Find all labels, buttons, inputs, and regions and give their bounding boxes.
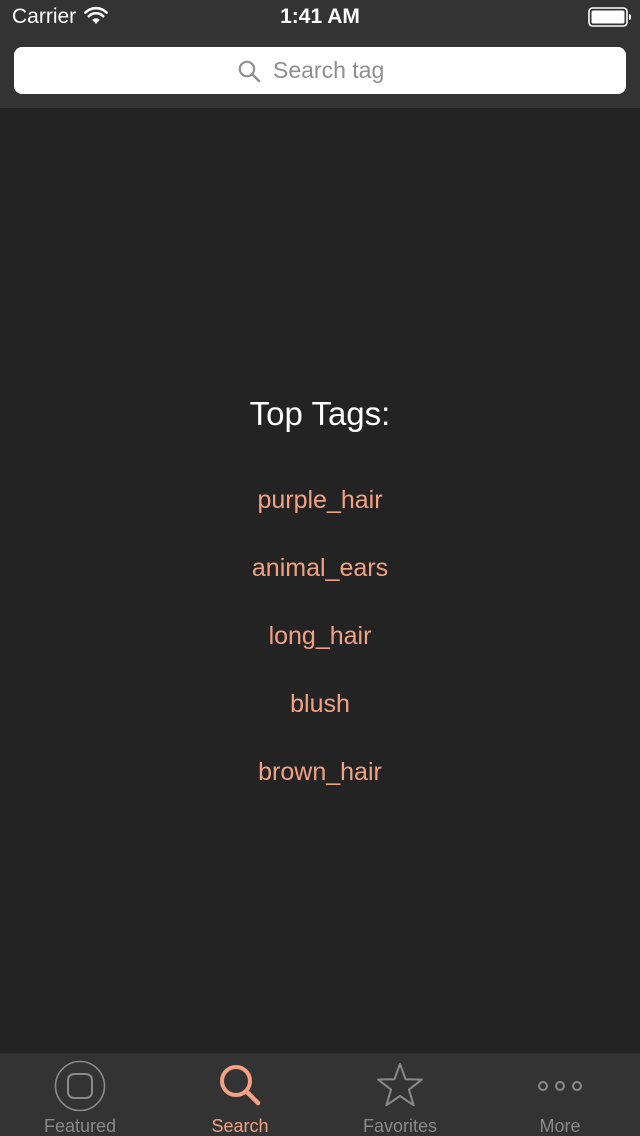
header: Carrier 1:41 AM bbox=[0, 0, 640, 108]
tab-featured[interactable]: Featured bbox=[0, 1054, 160, 1136]
tab-more[interactable]: More bbox=[480, 1054, 640, 1136]
search-input[interactable] bbox=[273, 57, 403, 84]
search-bar[interactable] bbox=[14, 47, 626, 94]
battery-icon bbox=[588, 7, 631, 27]
tab-bar: Featured Search Favorites More bbox=[0, 1053, 640, 1136]
status-time: 1:41 AM bbox=[280, 5, 360, 28]
tag-link[interactable]: brown_hair bbox=[0, 752, 640, 820]
tag-list: purple_hair animal_ears long_hair blush … bbox=[0, 480, 640, 820]
search-icon bbox=[238, 60, 261, 82]
tag-link[interactable]: long_hair bbox=[0, 616, 640, 684]
tag-link[interactable]: blush bbox=[0, 684, 640, 752]
tab-label: Search bbox=[211, 1116, 269, 1136]
app-screen: Carrier 1:41 AM Top Tags: bbox=[0, 0, 640, 1136]
star-icon bbox=[377, 1063, 423, 1107]
tab-label: Featured bbox=[43, 1116, 117, 1136]
top-tags-title: Top Tags: bbox=[249, 395, 391, 432]
status-bar: Carrier 1:41 AM bbox=[0, 0, 640, 36]
tab-search[interactable]: Search bbox=[160, 1054, 320, 1136]
tag-link[interactable]: purple_hair bbox=[0, 480, 640, 548]
tab-favorites[interactable]: Favorites bbox=[320, 1054, 480, 1136]
featured-icon bbox=[54, 1060, 106, 1112]
more-icon bbox=[538, 1081, 582, 1091]
search-bar-content bbox=[14, 47, 626, 94]
tab-label: Favorites bbox=[362, 1116, 438, 1136]
search-tab-icon bbox=[220, 1065, 261, 1106]
tag-link[interactable]: animal_ears bbox=[0, 548, 640, 616]
tab-label: More bbox=[539, 1116, 581, 1136]
